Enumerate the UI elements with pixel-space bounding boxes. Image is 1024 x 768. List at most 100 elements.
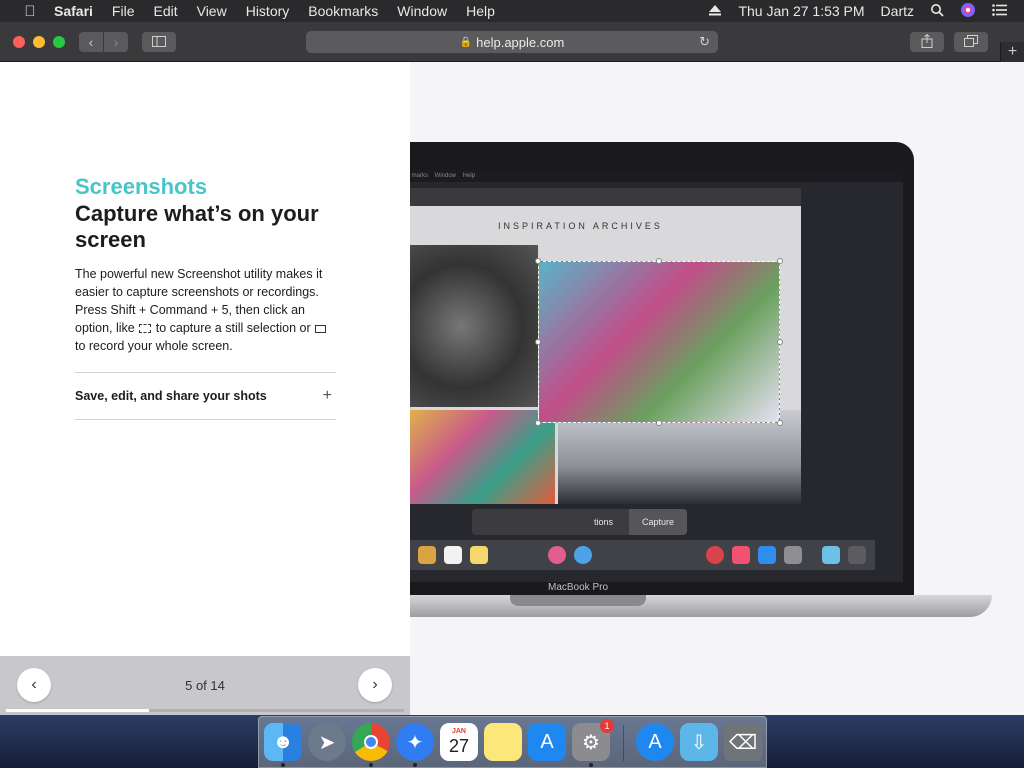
illustration-dock-icon (732, 546, 750, 564)
new-tab-button[interactable]: + (1000, 42, 1024, 62)
illustration-dock-icon (418, 546, 436, 564)
eject-icon[interactable] (708, 3, 722, 19)
options-label: tions (594, 517, 614, 527)
illustration-dock-icon (444, 546, 462, 564)
illustration-dock-icon (548, 546, 566, 564)
macbook-base (410, 595, 992, 617)
close-window-button[interactable] (13, 36, 25, 48)
user-name[interactable]: Dartz (881, 3, 914, 19)
sidebar-button[interactable] (142, 32, 176, 52)
apple-menu-icon[interactable]:  (20, 3, 40, 20)
share-icon (921, 33, 933, 51)
downloads-folder-icon[interactable]: ⇩ (680, 723, 718, 761)
trash-icon[interactable]: ⌫ (724, 723, 762, 761)
illustration-dock-icon (758, 546, 776, 564)
screenshot-selection-area (535, 258, 783, 426)
running-indicator (589, 763, 593, 767)
illustration-dock-icon (822, 546, 840, 564)
web-page: Screenshots Capture what’s on your scree… (0, 62, 1024, 715)
illustration-browser-window: INSPIRATION ARCHIVES (410, 188, 801, 504)
illustration-tile-sphere (410, 245, 538, 407)
app-store-downloads-icon[interactable]: A (636, 723, 674, 761)
menu-file[interactable]: File (112, 3, 135, 19)
illustration-dock (410, 540, 875, 570)
calendar-day: 27 (448, 736, 470, 756)
menu-bar:  Safari File Edit View History Bookmark… (0, 0, 1024, 22)
description-part-3: to record your whole screen. (75, 339, 233, 353)
chrome-icon[interactable] (352, 723, 390, 761)
dock-separator (623, 725, 624, 761)
expand-plus-icon[interactable]: + (323, 387, 332, 405)
finder-icon[interactable]: ☻ (264, 723, 302, 761)
menu-edit[interactable]: Edit (153, 3, 177, 19)
lock-icon: 🔒 (459, 36, 473, 48)
siri-icon[interactable] (960, 2, 976, 21)
feature-eyebrow: Screenshots (75, 174, 208, 199)
macbook-pro-label: MacBook Pro (547, 582, 609, 593)
next-slide-button[interactable]: › (358, 668, 392, 702)
illustration-capture-toolbar: tions Capture (472, 509, 687, 535)
selection-handle (535, 339, 541, 345)
feature-headline: Capture what’s on your screen (75, 201, 319, 252)
menu-help[interactable]: Help (466, 3, 495, 19)
chevron-right-icon: › (372, 676, 378, 693)
menu-window[interactable]: Window (397, 3, 447, 19)
browser-toolbar: ‹ › 🔒 help.apple.com ↻ + (0, 22, 1024, 62)
launchpad-icon[interactable]: ➤ (308, 723, 346, 761)
menu-history[interactable]: History (246, 3, 290, 19)
feature-text-panel: Screenshots Capture what’s on your scree… (0, 62, 410, 715)
selection-handle (777, 339, 783, 345)
clock[interactable]: Thu Jan 27 1:53 PM (738, 3, 864, 19)
safari-icon[interactable]: ✦ (396, 723, 434, 761)
illustration-dock-icon (574, 546, 592, 564)
address-bar[interactable]: 🔒 help.apple.com ↻ (306, 31, 718, 53)
running-indicator (281, 763, 285, 767)
forward-button[interactable]: › (104, 32, 128, 52)
accordion-save-edit-share[interactable]: Save, edit, and share your shots + (75, 372, 336, 420)
zoom-window-button[interactable] (53, 36, 65, 48)
selection-handle (535, 420, 541, 426)
url-text: help.apple.com (476, 34, 565, 50)
illustration-menu-bar: marks Window Help (410, 170, 903, 182)
illustration-site-title: INSPIRATION ARCHIVES (498, 221, 663, 231)
illustration-dock-icon (706, 546, 724, 564)
menu-bookmarks[interactable]: Bookmarks (308, 3, 378, 19)
system-preferences-icon[interactable]: ⚙ 1 (572, 719, 614, 761)
menu-app-safari[interactable]: Safari (54, 3, 93, 19)
menu-view[interactable]: View (197, 3, 227, 19)
spotlight-search-icon[interactable] (930, 3, 944, 20)
chevron-right-icon: › (113, 34, 119, 50)
calendar-month: JAN (451, 728, 466, 735)
selection-handle (535, 258, 541, 264)
running-indicator (369, 763, 373, 767)
pager-count: 5 of 14 (185, 678, 225, 693)
feature-illustration-panel: marks Window Help INSPIRATION ARCHIVES t… (410, 62, 1024, 715)
slide-progress-fill (6, 709, 150, 712)
running-indicator (413, 763, 417, 767)
plus-icon: + (1007, 43, 1018, 60)
macbook-notch (510, 595, 646, 606)
illustration-tile-cubes (410, 410, 555, 504)
notification-badge: 1 (600, 719, 614, 733)
minimize-window-button[interactable] (33, 36, 45, 48)
calendar-icon[interactable]: JAN 27 (440, 723, 478, 761)
illustration-window-bar (410, 188, 801, 206)
illustration-capture-button: Capture (629, 509, 687, 535)
show-tabs-button[interactable] (954, 32, 988, 52)
illustration-dock-icon (848, 546, 866, 564)
feature-description: The powerful new Screenshot utility make… (75, 265, 337, 355)
illustration-tile-mountain (558, 410, 801, 504)
selection-handle (777, 420, 783, 426)
menu-extras: Thu Jan 27 1:53 PM Dartz (708, 0, 1024, 22)
back-button[interactable]: ‹ (79, 32, 103, 52)
chevron-left-icon: ‹ (88, 34, 94, 50)
description-part-2: to capture a still selection or (155, 321, 311, 335)
dock: ☻ ➤ ✦ JAN 27 A ⚙ 1 A ⇩ ⌫ (258, 716, 767, 768)
notification-center-icon[interactable] (992, 3, 1008, 19)
app-store-icon[interactable]: A (528, 723, 566, 761)
tabs-overview-icon (964, 34, 978, 50)
notes-icon[interactable] (484, 723, 522, 761)
share-button[interactable] (910, 32, 944, 52)
reload-icon[interactable]: ↻ (699, 34, 710, 50)
selection-handle (656, 258, 662, 264)
